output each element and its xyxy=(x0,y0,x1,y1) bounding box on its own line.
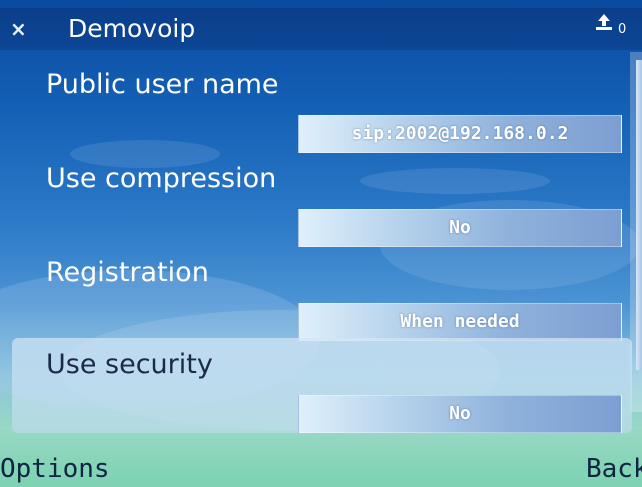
setting-label: Use security xyxy=(46,349,213,380)
setting-registration[interactable]: Registration When needed xyxy=(0,246,632,341)
setting-value[interactable]: No xyxy=(298,209,622,247)
title-bar: × Demovoip 0 xyxy=(0,8,642,50)
setting-value[interactable]: sip:2002@192.168.0.2 xyxy=(298,115,622,153)
setting-label: Public user name xyxy=(46,69,279,100)
setting-use-compression[interactable]: Use compression No xyxy=(0,152,632,247)
app-title: Demovoip xyxy=(68,14,196,43)
setting-value[interactable]: When needed xyxy=(298,303,622,341)
close-icon[interactable]: × xyxy=(10,19,28,39)
setting-label: Registration xyxy=(46,257,209,288)
scrollbar-thumb[interactable] xyxy=(636,60,642,370)
back-softkey[interactable]: Back xyxy=(586,453,642,485)
setting-value[interactable]: No xyxy=(298,395,622,433)
setting-use-security[interactable]: Use security No xyxy=(12,338,632,433)
setting-label: Use compression xyxy=(46,163,277,194)
app-screen: × Demovoip 0 Public user name sip:2002@1… xyxy=(0,0,642,487)
status-counter: 0 xyxy=(618,22,627,37)
options-softkey[interactable]: Options xyxy=(0,453,110,485)
setting-public-user-name[interactable]: Public user name sip:2002@192.168.0.2 xyxy=(0,58,632,153)
softkey-bar: Options Back xyxy=(0,447,642,487)
